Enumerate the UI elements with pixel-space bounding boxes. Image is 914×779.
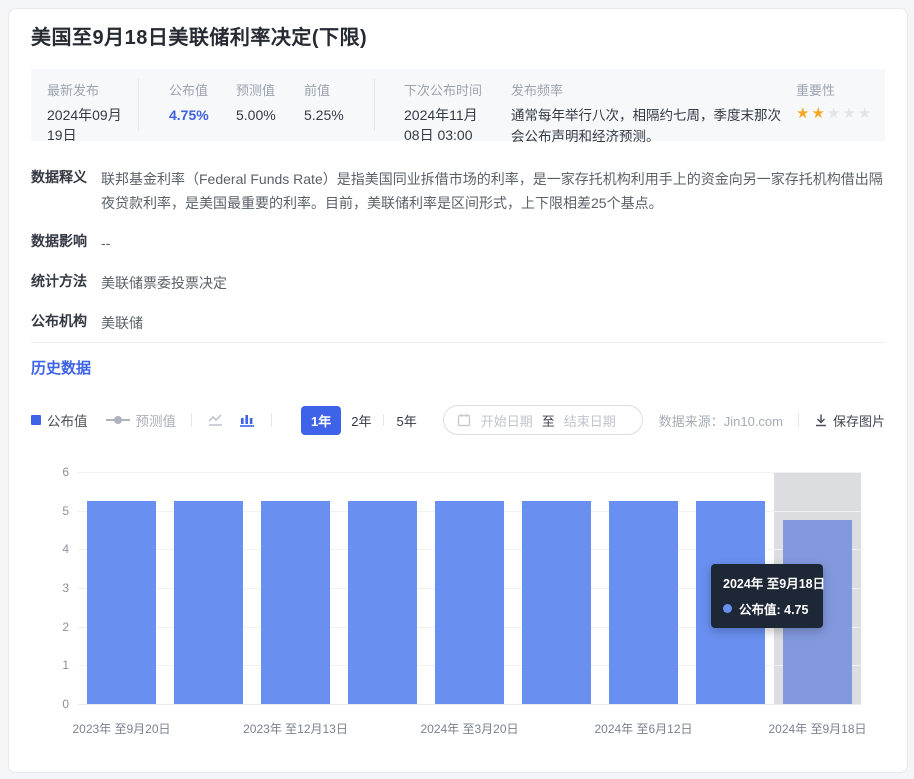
toolbar-divider [191, 413, 192, 427]
save-image-button[interactable]: 保存图片 [814, 411, 885, 430]
bar-公布值[interactable] [348, 501, 417, 704]
frequency-value: 通常每年举行八次，相隔约七周，季度末那次会公布声明和经济预测。 [511, 105, 791, 147]
toolbar-divider [798, 413, 799, 427]
interpretation-text: 联邦基金利率（Federal Funds Rate）是指美国同业拆借市场的利率，… [101, 167, 885, 215]
star-icon: ★ [858, 105, 873, 122]
bar-公布值[interactable] [174, 501, 243, 704]
method-text: 美联储票委投票决定 [101, 271, 885, 295]
published-number: 4.75% [169, 105, 209, 125]
legend-line-dot-icon [106, 415, 130, 425]
forecast-label: 预测值 [236, 80, 276, 99]
y-axis-tick: 0 [31, 696, 69, 712]
tooltip-series-value: 公布值: 4.75 [739, 599, 808, 618]
method-label: 统计方法 [31, 271, 87, 291]
x-axis-tick: 2024年 至9月18日 [748, 720, 888, 737]
agency-text: 美联储 [101, 311, 885, 335]
next-release: 下次公布时间 2024年11月08日 03:00 [404, 80, 492, 145]
star-icon: ★ [811, 105, 826, 122]
impact-label: 数据影响 [31, 231, 87, 251]
line-chart-icon[interactable] [207, 412, 225, 428]
y-axis-tick: 1 [31, 657, 69, 673]
bar-chart: 0 1 2 3 4 5 6 2023年 至9月20日 2023年 至12月13日 2024年 至3… [31, 456, 885, 756]
next-release-value: 2024年11月08日 03:00 [404, 105, 492, 145]
bar-公布值[interactable] [522, 501, 591, 704]
x-axis-tick: 2024年 至6月12日 [574, 720, 714, 737]
start-date-input[interactable]: 开始日期 [481, 411, 533, 430]
tooltip-series-dot [723, 604, 732, 613]
star-icon: ★ [796, 105, 811, 122]
x-axis-line [78, 704, 861, 705]
impact-text: -- [101, 231, 885, 255]
star-icon: ★ [827, 105, 842, 122]
y-axis-tick: 4 [31, 541, 69, 557]
x-axis-tick: 2024年 至3月20日 [400, 720, 540, 737]
published-value: 公布值 4.75% [169, 80, 209, 125]
agency-label: 公布机构 [31, 311, 87, 331]
period-divider [383, 414, 384, 426]
importance-label: 重要性 [796, 80, 873, 99]
bar-公布值[interactable] [261, 501, 330, 704]
period-1y-button[interactable]: 1年 [301, 406, 341, 435]
summary-divider [374, 79, 375, 131]
previous-label: 前值 [304, 80, 344, 99]
published-label: 公布值 [169, 80, 209, 99]
tooltip-title: 2024年 至9月18日 [723, 573, 811, 592]
forecast-value: 预测值 5.00% [236, 80, 276, 125]
bar-公布值[interactable] [87, 501, 156, 704]
data-source-label: 数据来源： [659, 414, 724, 429]
bar-chart-icon[interactable] [239, 412, 255, 428]
star-icon: ★ [842, 105, 857, 122]
interpretation-label: 数据释义 [31, 167, 87, 187]
page-title: 美国至9月18日美联储利率决定(下限) [31, 21, 367, 50]
frequency: 发布频率 通常每年举行八次，相隔约七周，季度末那次会公布声明和经济预测。 [511, 80, 791, 147]
chart-tooltip: 2024年 至9月18日 公布值: 4.75 [711, 564, 823, 628]
legend-published-label: 公布值 [47, 410, 88, 430]
previous-value: 前值 5.25% [304, 80, 344, 125]
download-icon [814, 413, 828, 427]
next-release-label: 下次公布时间 [404, 80, 492, 99]
calendar-icon [457, 413, 471, 427]
importance-stars: ★★★★★ [796, 105, 873, 123]
bar-公布值[interactable] [609, 501, 678, 704]
frequency-label: 发布频率 [511, 80, 791, 99]
legend-forecast-label: 预测值 [136, 410, 177, 430]
period-selector: 1年 2年 5年 [301, 406, 427, 435]
latest-release-value: 2024年09月19日 [47, 105, 129, 145]
save-image-label: 保存图片 [833, 411, 885, 430]
period-5y-button[interactable]: 5年 [386, 406, 426, 435]
legend-forecast[interactable]: 预测值 [106, 410, 177, 430]
legend-square-icon [31, 415, 41, 425]
bar-公布值[interactable] [435, 501, 504, 704]
history-data-link[interactable]: 历史数据 [31, 357, 91, 378]
toolbar-divider [271, 413, 272, 427]
legend-published[interactable]: 公布值 [31, 410, 88, 430]
forecast-number: 5.00% [236, 105, 276, 125]
gridline [78, 472, 861, 473]
x-axis-tick: 2023年 至9月20日 [52, 720, 192, 737]
y-axis-tick: 6 [31, 464, 69, 480]
period-2y-button[interactable]: 2年 [341, 406, 381, 435]
date-range-picker[interactable]: 开始日期 至 结束日期 [443, 405, 643, 435]
chart-toolbar: 公布值 预测值 1年 2年 5年 [31, 405, 885, 435]
previous-number: 5.25% [304, 105, 344, 125]
section-divider [31, 342, 885, 343]
importance: 重要性 ★★★★★ [796, 80, 873, 123]
y-axis-tick: 2 [31, 619, 69, 635]
data-source-link[interactable]: Jin10.com [724, 414, 783, 429]
data-source: 数据来源：Jin10.com [659, 411, 783, 430]
latest-release-label: 最新发布 [47, 80, 129, 99]
x-axis-tick: 2023年 至12月13日 [226, 720, 366, 737]
latest-release: 最新发布 2024年09月19日 [47, 80, 129, 145]
summary-panel: 最新发布 2024年09月19日 公布值 4.75% 预测值 5.00% 前值 … [31, 69, 885, 141]
summary-divider [138, 79, 139, 131]
y-axis-tick: 3 [31, 580, 69, 596]
end-date-input[interactable]: 结束日期 [564, 411, 616, 430]
date-range-separator: 至 [542, 411, 555, 430]
indicator-card: 美国至9月18日美联储利率决定(下限) 最新发布 2024年09月19日 公布值… [8, 8, 908, 773]
y-axis-tick: 5 [31, 503, 69, 519]
